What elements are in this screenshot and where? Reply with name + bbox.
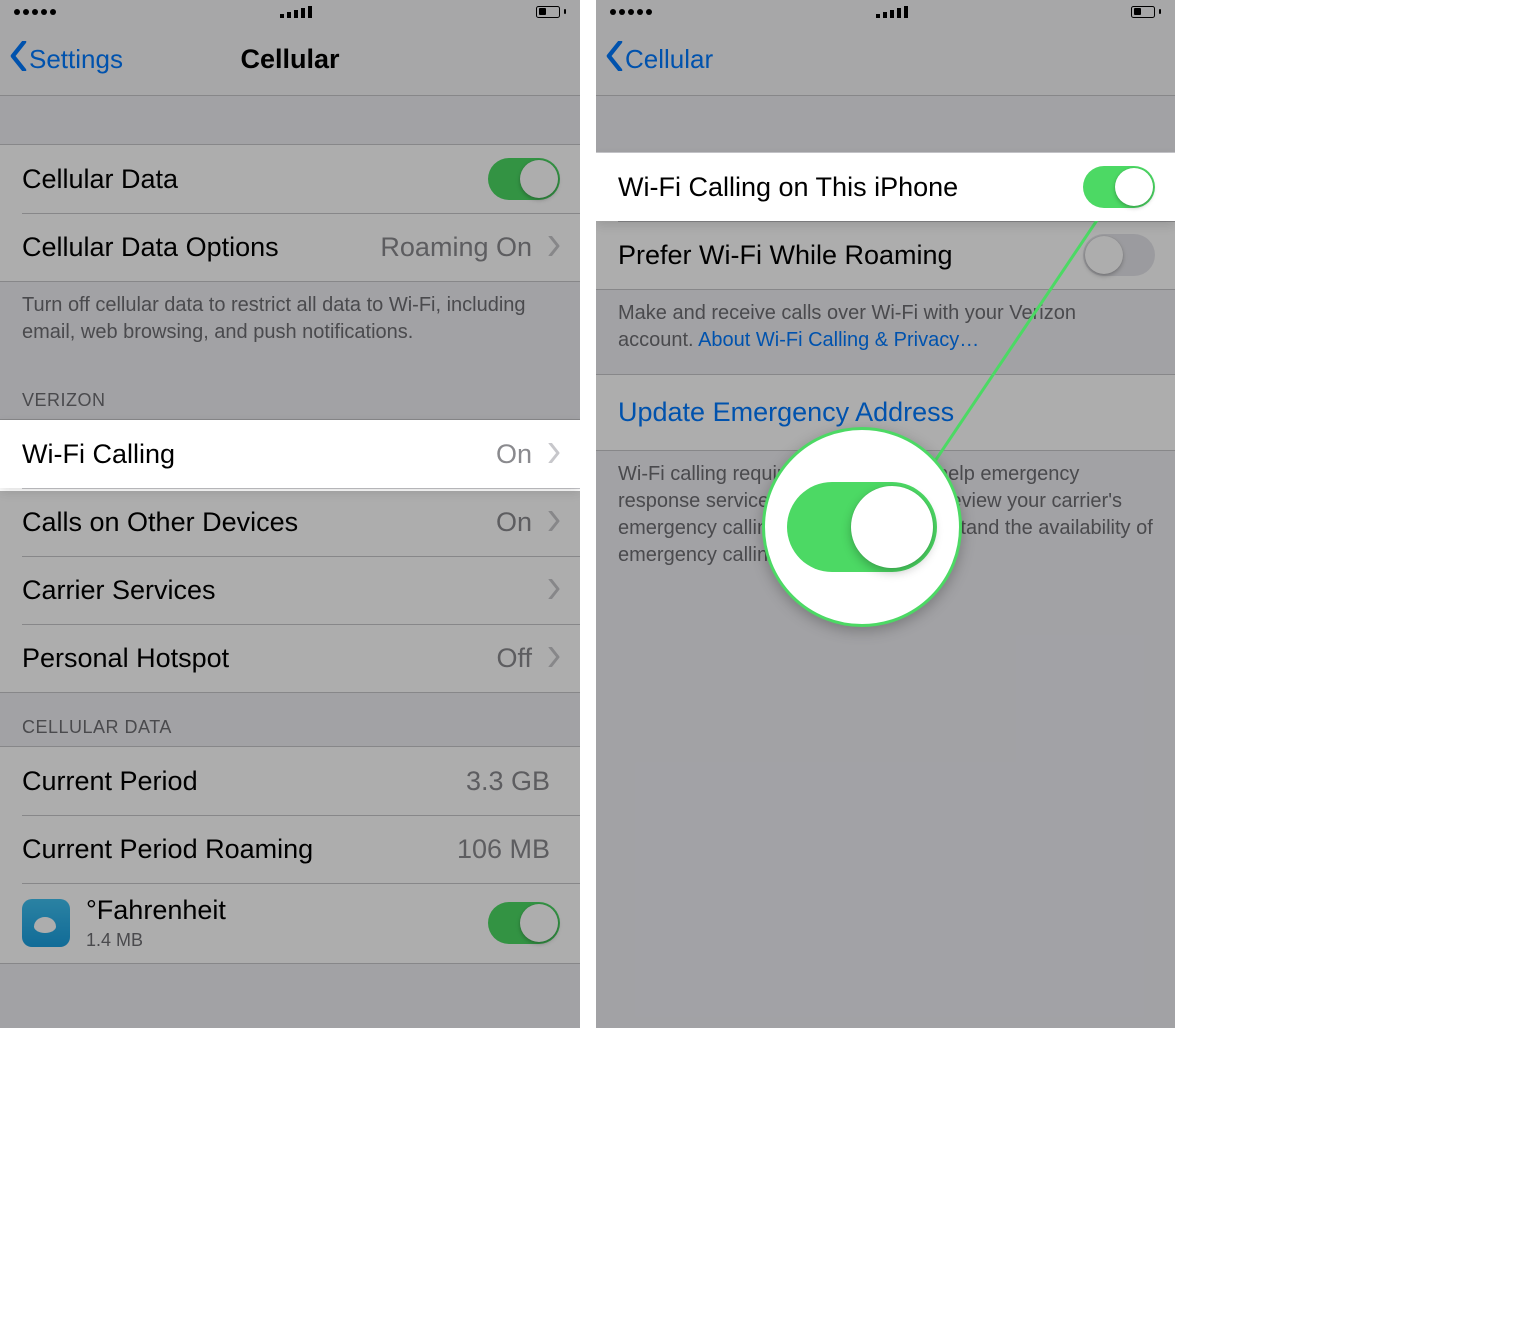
wifi-calling-label: Wi-Fi Calling bbox=[22, 439, 496, 470]
calls-other-devices-label: Calls on Other Devices bbox=[22, 507, 496, 538]
wifi-calling-iphone-toggle[interactable] bbox=[1083, 166, 1155, 208]
current-period-roaming-value: 106 MB bbox=[457, 834, 550, 865]
wifi-calling-row[interactable]: Wi-Fi Calling On bbox=[0, 420, 580, 488]
app-icon bbox=[22, 899, 70, 947]
chevron-right-icon bbox=[548, 575, 560, 606]
chevron-right-icon bbox=[548, 643, 560, 674]
navbar: Cellular bbox=[596, 24, 1175, 96]
section-cellular-data-header: CELLULAR DATA bbox=[0, 693, 580, 746]
battery-icon bbox=[536, 6, 566, 18]
calls-other-devices-value: On bbox=[496, 507, 532, 538]
wifi-calling-value: On bbox=[496, 439, 532, 470]
chevron-right-icon bbox=[548, 232, 560, 263]
wifi-calling-footer: Make and receive calls over Wi-Fi with y… bbox=[596, 290, 1175, 374]
app-name: °Fahrenheit bbox=[86, 895, 488, 926]
current-period-label: Current Period bbox=[22, 766, 466, 797]
current-period-row: Current Period 3.3 GB bbox=[0, 747, 580, 815]
prefer-wifi-roaming-label: Prefer Wi-Fi While Roaming bbox=[618, 240, 1083, 271]
cellular-data-options-label: Cellular Data Options bbox=[22, 232, 380, 263]
right-screen: Cellular Wi-Fi Calling on This iPhone Pr… bbox=[596, 0, 1175, 1028]
app-data-size: 1.4 MB bbox=[86, 930, 488, 951]
cellular-data-options-row[interactable]: Cellular Data Options Roaming On bbox=[0, 213, 580, 281]
navbar: Settings Cellular bbox=[0, 24, 580, 96]
current-period-value: 3.3 GB bbox=[466, 766, 550, 797]
carrier-services-label: Carrier Services bbox=[22, 575, 542, 606]
screens-gap bbox=[580, 0, 596, 1028]
app-toggle[interactable] bbox=[488, 902, 560, 944]
prefer-wifi-roaming-row[interactable]: Prefer Wi-Fi While Roaming bbox=[596, 221, 1175, 289]
update-emergency-address-label: Update Emergency Address bbox=[618, 397, 954, 427]
personal-hotspot-value: Off bbox=[496, 643, 532, 674]
current-period-roaming-label: Current Period Roaming bbox=[22, 834, 457, 865]
battery-icon bbox=[1131, 6, 1161, 18]
white-margin-bottom bbox=[0, 1028, 1525, 1334]
section-verizon-header: VERIZON bbox=[0, 366, 580, 419]
current-period-roaming-row: Current Period Roaming 106 MB bbox=[0, 815, 580, 883]
back-label: Cellular bbox=[625, 44, 713, 75]
left-scroll-body[interactable]: Cellular Data Cellular Data Options Roam… bbox=[0, 96, 580, 964]
carrier-services-row[interactable]: Carrier Services bbox=[0, 556, 580, 624]
chevron-right-icon bbox=[548, 507, 560, 538]
right-scroll-body[interactable]: Wi-Fi Calling on This iPhone Prefer Wi-F… bbox=[596, 96, 1175, 589]
chevron-left-icon bbox=[606, 41, 623, 78]
cellular-data-footer: Turn off cellular data to restrict all d… bbox=[0, 282, 580, 366]
signal-icon bbox=[610, 9, 652, 15]
personal-hotspot-row[interactable]: Personal Hotspot Off bbox=[0, 624, 580, 692]
cellular-data-label: Cellular Data bbox=[22, 164, 488, 195]
left-screen: Settings Cellular Cellular Data Cellular… bbox=[0, 0, 580, 1028]
calls-other-devices-row[interactable]: Calls on Other Devices On bbox=[0, 488, 580, 556]
cellular-data-toggle[interactable] bbox=[488, 158, 560, 200]
status-bar bbox=[596, 0, 1175, 24]
back-button[interactable]: Settings bbox=[0, 41, 123, 78]
wifi-calling-iphone-label: Wi-Fi Calling on This iPhone bbox=[618, 172, 1083, 203]
chevron-left-icon bbox=[10, 41, 27, 78]
status-bar bbox=[0, 0, 580, 24]
wifi-calling-this-iphone-row[interactable]: Wi-Fi Calling on This iPhone bbox=[596, 153, 1175, 221]
prefer-wifi-roaming-toggle[interactable] bbox=[1083, 234, 1155, 276]
time-placeholder bbox=[280, 6, 312, 18]
personal-hotspot-label: Personal Hotspot bbox=[22, 643, 496, 674]
app-fahrenheit-row[interactable]: °Fahrenheit 1.4 MB bbox=[0, 883, 580, 963]
signal-icon bbox=[14, 9, 56, 15]
emergency-footer: Wi-Fi calling requires an address to hel… bbox=[596, 451, 1175, 589]
about-wifi-calling-link[interactable]: About Wi-Fi Calling & Privacy… bbox=[698, 329, 979, 351]
back-label: Settings bbox=[29, 44, 123, 75]
back-button[interactable]: Cellular bbox=[596, 41, 713, 78]
chevron-right-icon bbox=[548, 439, 560, 470]
cellular-data-row[interactable]: Cellular Data bbox=[0, 145, 580, 213]
time-placeholder bbox=[876, 6, 908, 18]
cellular-data-options-value: Roaming On bbox=[380, 232, 532, 263]
update-emergency-address-row[interactable]: Update Emergency Address bbox=[596, 374, 1175, 451]
